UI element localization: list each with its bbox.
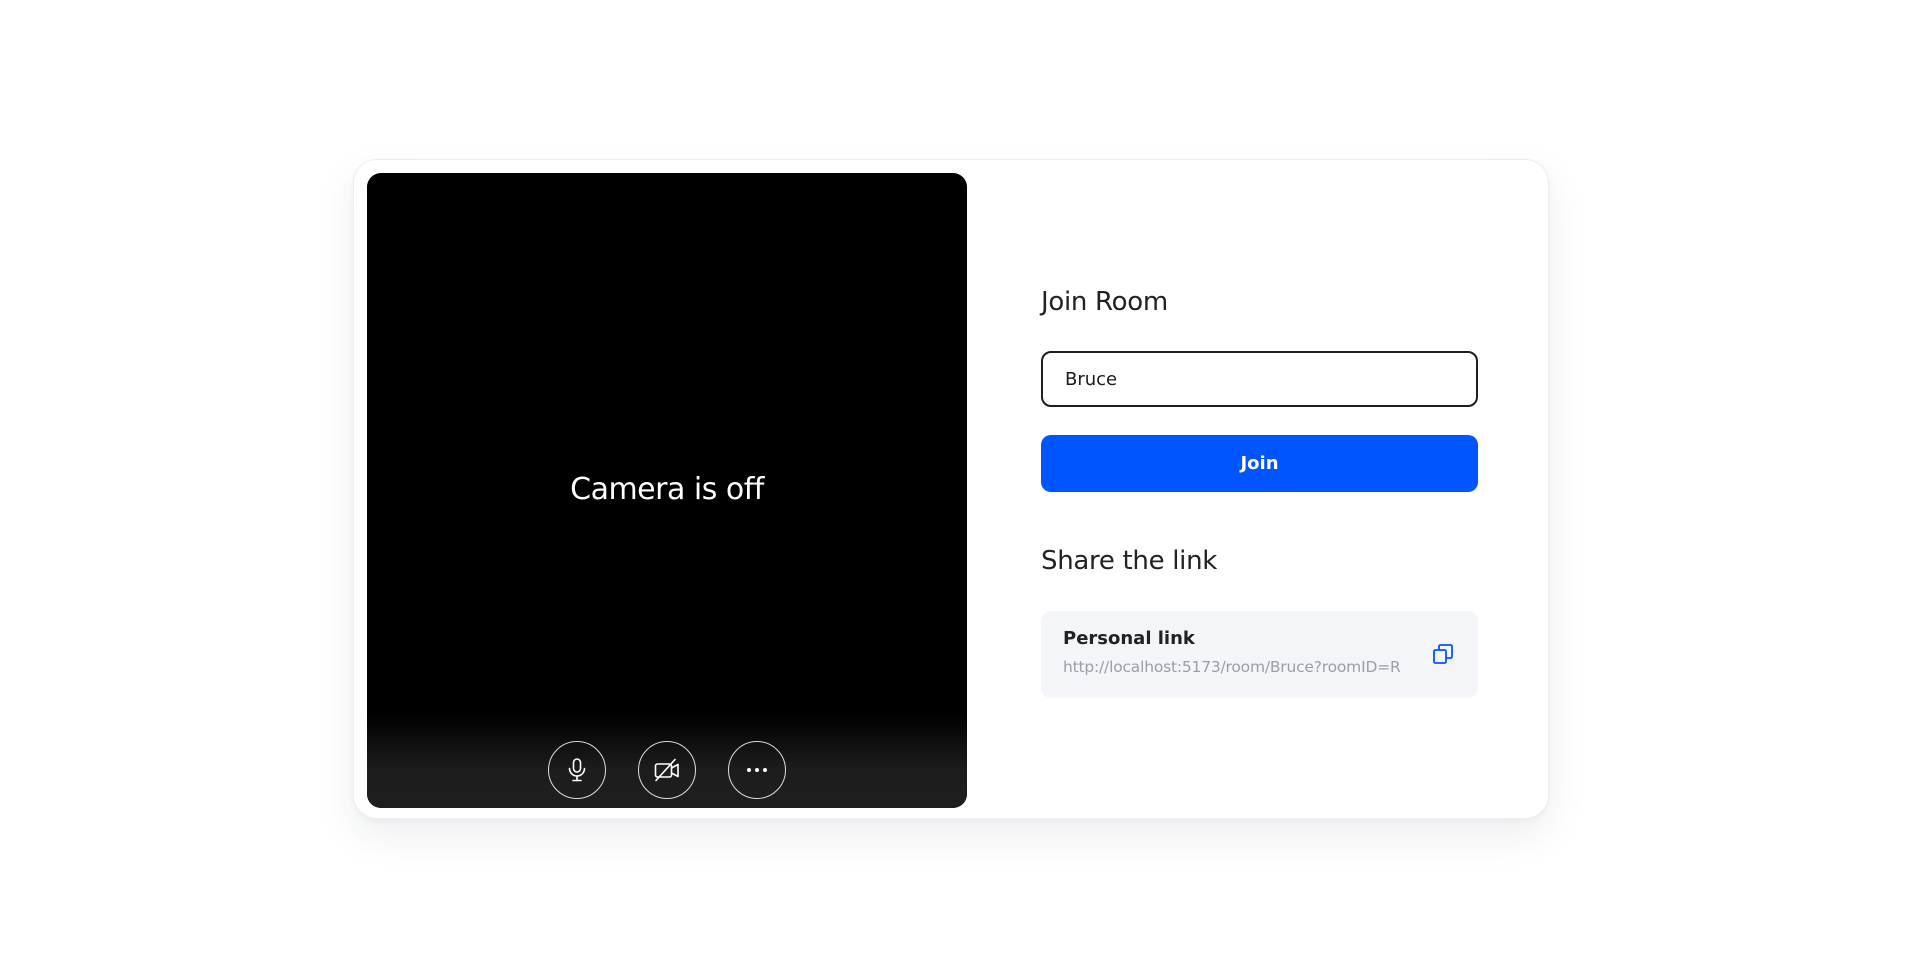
share-link-heading: Share the link	[1041, 546, 1218, 576]
camera-off-icon	[654, 758, 679, 782]
more-options-button[interactable]	[728, 741, 786, 799]
join-button[interactable]: Join	[1041, 435, 1478, 492]
camera-toggle-button[interactable]	[638, 741, 696, 799]
copy-link-button[interactable]	[1428, 639, 1458, 669]
copy-icon	[1433, 644, 1453, 664]
personal-link-label: Personal link	[1063, 628, 1195, 649]
preview-controls-bar	[367, 713, 967, 808]
microphone-icon	[568, 758, 586, 782]
more-horizontal-icon	[747, 768, 767, 772]
join-room-card: Camera is off Join Room Bruce Join Share…	[353, 159, 1549, 819]
join-room-heading: Join Room	[1041, 287, 1168, 317]
personal-link-box: Personal link http://localhost:5173/room…	[1041, 611, 1478, 698]
join-panel: Join Room Join Share the link Personal l…	[1041, 160, 1478, 818]
display-name-input[interactable]	[1041, 351, 1478, 407]
camera-preview: Camera is off	[367, 173, 967, 808]
personal-link-url: http://localhost:5173/room/Bruce?roomID=…	[1063, 658, 1401, 676]
microphone-toggle-button[interactable]	[548, 741, 606, 799]
